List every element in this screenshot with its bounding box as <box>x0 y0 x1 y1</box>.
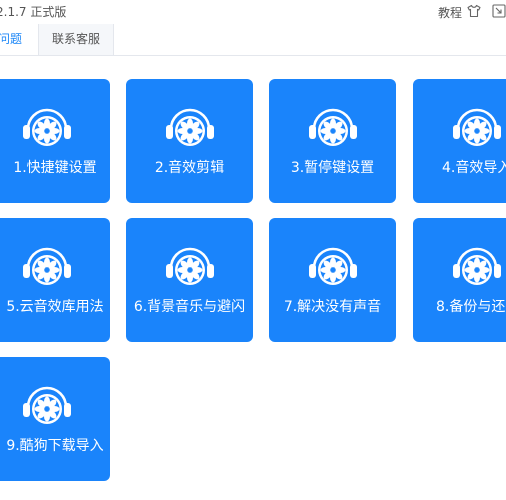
faq-card-kugou-import[interactable]: 9.酷狗下载导入 <box>0 357 110 481</box>
tab-faq[interactable]: 问题 <box>0 24 37 55</box>
faq-card-sound-editing[interactable]: 2.音效剪辑 <box>126 79 253 203</box>
faq-card-shortcut-keys[interactable]: 1.快捷键设置 <box>0 79 110 203</box>
faq-card-pause-key[interactable]: 3.暂停键设置 <box>269 79 396 203</box>
card-label: 7.解决没有声音 <box>283 299 382 315</box>
tab-contact-support[interactable]: 联系客服 <box>38 24 114 55</box>
headphone-icon <box>450 99 504 153</box>
headphone-icon <box>20 238 74 292</box>
headphone-icon <box>306 238 360 292</box>
headphone-icon <box>163 238 217 292</box>
tab-bar: 问题 联系客服 <box>0 24 506 56</box>
card-label: 6.背景音乐与避闪 <box>133 299 246 315</box>
headphone-icon <box>163 99 217 153</box>
card-label: 5.云音效库用法 <box>6 299 104 315</box>
faq-card-backup-restore[interactable]: 8.备份与还原 <box>413 218 506 342</box>
help-window: 2.1.7 正式版 教程 问题 联系客服 1.快捷键设置 2.音效剪辑 3.暂停… <box>0 0 506 500</box>
card-label: 8.备份与还原 <box>436 299 506 315</box>
version-label: 2.1.7 正式版 <box>0 5 67 19</box>
card-label: 1.快捷键设置 <box>13 160 97 176</box>
tutorial-link[interactable]: 教程 <box>438 4 462 21</box>
faq-card-cloud-library[interactable]: 5.云音效库用法 <box>0 218 110 342</box>
title-bar: 2.1.7 正式版 教程 <box>0 0 506 24</box>
headphone-icon <box>20 377 74 431</box>
card-label: 9.酷狗下载导入 <box>6 438 104 454</box>
card-label: 3.暂停键设置 <box>290 160 375 176</box>
card-label: 2.音效剪辑 <box>154 160 225 176</box>
faq-card-sound-import[interactable]: 4.音效导入 <box>413 79 506 203</box>
headphone-icon <box>450 238 504 292</box>
card-label: 4.音效导入 <box>442 160 506 176</box>
faq-card-no-sound[interactable]: 7.解决没有声音 <box>269 218 396 342</box>
shirt-icon[interactable] <box>467 4 481 18</box>
headphone-icon <box>20 99 74 153</box>
headphone-icon <box>306 99 360 153</box>
faq-card-background-music[interactable]: 6.背景音乐与避闪 <box>126 218 253 342</box>
minimize-icon[interactable] <box>492 4 506 18</box>
